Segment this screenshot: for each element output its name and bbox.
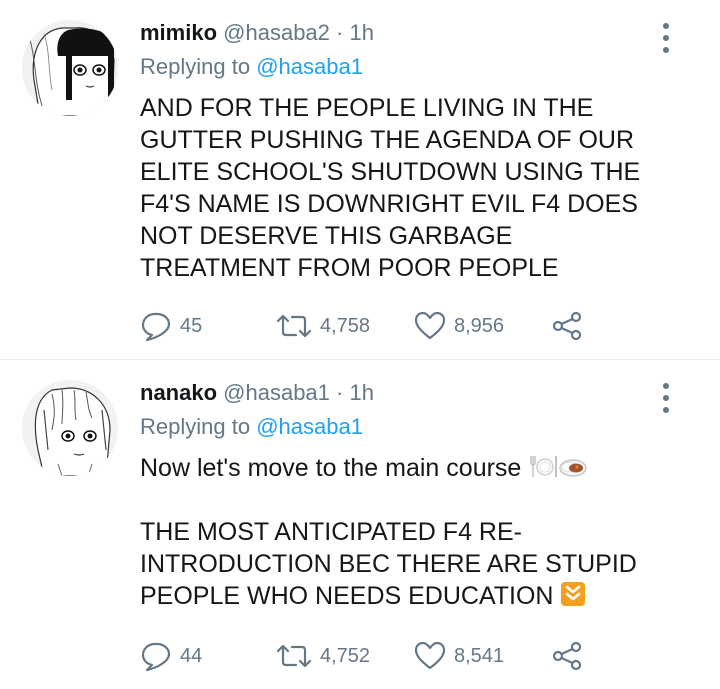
user-handle[interactable]: @hasaba1 bbox=[223, 380, 330, 405]
tweet-text-line: THE MOST ANTICIPATED F4 RE- bbox=[140, 518, 522, 546]
more-options-icon[interactable] bbox=[656, 378, 676, 418]
tweet-text: AND FOR THE PEOPLE LIVING IN THE GUTTER … bbox=[140, 92, 700, 284]
retweet-count: 4,758 bbox=[320, 314, 371, 337]
tweet-header: mimiko @hasaba2 · 1h bbox=[140, 18, 374, 48]
retweet-button[interactable]: 4,752 bbox=[276, 636, 370, 676]
reply-icon bbox=[140, 310, 172, 342]
display-name[interactable]: nanako bbox=[140, 380, 217, 405]
retweet-icon bbox=[276, 642, 312, 670]
replying-to-label: Replying to bbox=[140, 54, 251, 79]
curry-rice-emoji bbox=[558, 453, 588, 479]
tweet-text: Now let's move to the main course THE MO… bbox=[140, 452, 700, 612]
separator: · bbox=[336, 20, 344, 45]
timestamp[interactable]: 1h bbox=[349, 20, 373, 45]
avatar[interactable] bbox=[22, 380, 118, 476]
plate-with-cutlery-emoji bbox=[528, 453, 558, 479]
tweet-text-line-content: PEOPLE WHO NEEDS EDUCATION bbox=[140, 582, 554, 610]
tweet-intro-text: Now let's move to the main course bbox=[140, 454, 522, 482]
share-icon bbox=[552, 641, 582, 671]
tweet-header: nanako @hasaba1 · 1h bbox=[140, 378, 374, 408]
reply-icon bbox=[140, 640, 172, 672]
tweet-text-line: F4'S NAME IS DOWNRIGHT EVIL F4 DOES bbox=[140, 190, 638, 218]
tweet-text-line: TREATMENT FROM POOR PEOPLE bbox=[140, 254, 559, 282]
mention-link[interactable]: @hasaba1 bbox=[256, 414, 363, 439]
share-button[interactable] bbox=[552, 636, 582, 676]
timestamp[interactable]: 1h bbox=[349, 380, 373, 405]
retweet-icon bbox=[276, 312, 312, 340]
like-button[interactable]: 8,956 bbox=[414, 306, 504, 346]
display-name[interactable]: mimiko bbox=[140, 20, 217, 45]
tweet-text-line: NOT DESERVE THIS GARBAGE bbox=[140, 222, 513, 250]
down-arrow-emoji bbox=[560, 581, 590, 607]
tweet-actions: 44 4,752 8,541 bbox=[140, 636, 600, 676]
like-icon bbox=[414, 311, 446, 341]
tweet[interactable]: mimiko @hasaba2 · 1h Replying to @hasaba… bbox=[0, 0, 720, 360]
like-icon bbox=[414, 641, 446, 671]
tweet-text-line: INTRODUCTION BEC THERE ARE STUPID bbox=[140, 550, 637, 578]
mention-link[interactable]: @hasaba1 bbox=[256, 54, 363, 79]
replying-to-label: Replying to bbox=[140, 414, 251, 439]
tweet-text-line: AND FOR THE PEOPLE LIVING IN THE bbox=[140, 94, 594, 122]
separator: · bbox=[336, 380, 344, 405]
like-count: 8,541 bbox=[454, 644, 505, 667]
replying-to: Replying to @hasaba1 bbox=[140, 412, 363, 442]
tweet-text-line: PEOPLE WHO NEEDS EDUCATION bbox=[140, 580, 700, 612]
tweet-actions: 45 4,758 8,956 bbox=[140, 306, 600, 346]
replying-to: Replying to @hasaba1 bbox=[140, 52, 363, 82]
avatar[interactable] bbox=[22, 20, 118, 116]
retweet-button[interactable]: 4,758 bbox=[276, 306, 370, 346]
reply-count: 45 bbox=[180, 314, 203, 337]
tweet-text-line: ELITE SCHOOL'S SHUTDOWN USING THE bbox=[140, 158, 641, 186]
like-count: 8,956 bbox=[454, 314, 505, 337]
tweet-text-line: Now let's move to the main course bbox=[140, 452, 700, 484]
reply-button[interactable]: 45 bbox=[140, 306, 202, 346]
share-icon bbox=[552, 311, 582, 341]
user-handle[interactable]: @hasaba2 bbox=[223, 20, 330, 45]
reply-count: 44 bbox=[180, 644, 203, 667]
retweet-count: 4,752 bbox=[320, 644, 371, 667]
share-button[interactable] bbox=[552, 306, 582, 346]
more-options-icon[interactable] bbox=[656, 18, 676, 58]
tweet-text-line: GUTTER PUSHING THE AGENDA OF OUR bbox=[140, 126, 635, 154]
like-button[interactable]: 8,541 bbox=[414, 636, 504, 676]
reply-button[interactable]: 44 bbox=[140, 636, 202, 676]
